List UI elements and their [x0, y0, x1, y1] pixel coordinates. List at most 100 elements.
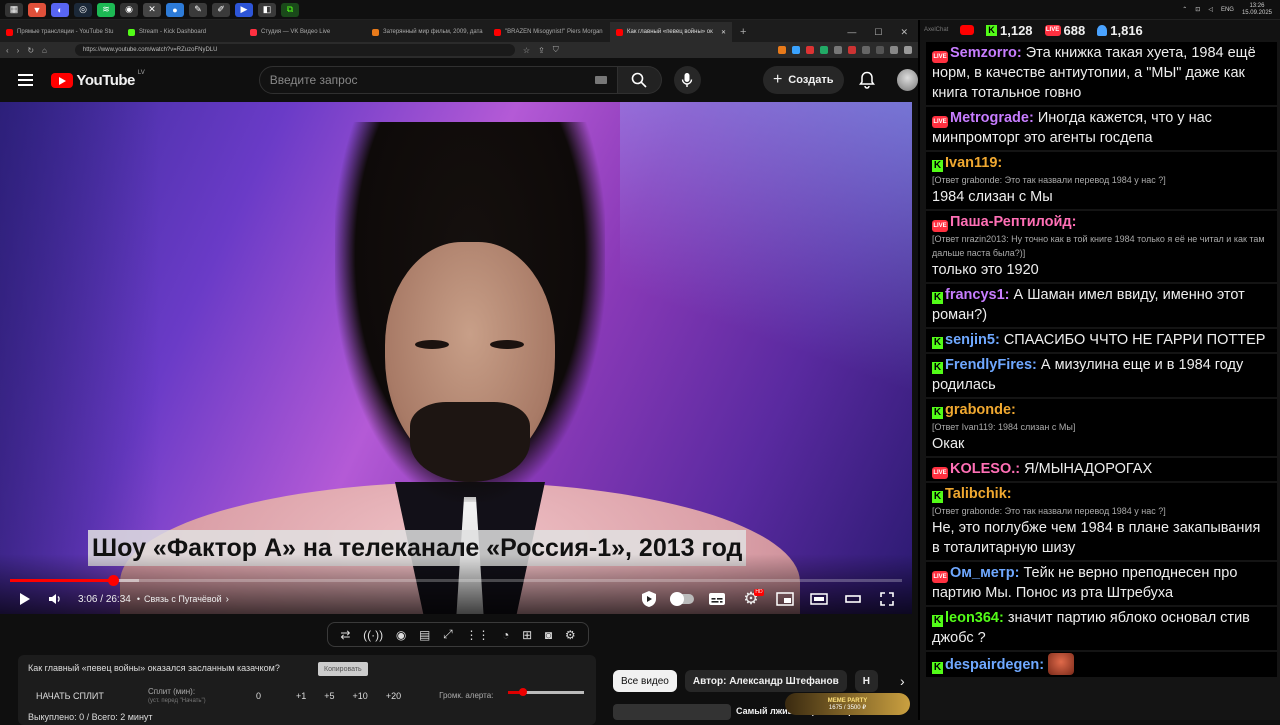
browser-tab[interactable]: Прямые трансляции - YouTube Stu — [0, 22, 122, 42]
back-icon[interactable]: ‹ — [6, 46, 9, 55]
resize-icon[interactable]: ⤢ — [443, 627, 453, 642]
chat-username[interactable]: Ivan119: — [945, 155, 1002, 171]
extension-icon[interactable] — [848, 46, 856, 54]
home-icon[interactable]: ⌂ — [42, 46, 47, 55]
video-player[interactable]: Шоу «Фактор А» на телеканале «Россия-1»,… — [0, 102, 912, 614]
speedometer-icon[interactable]: ◔ — [502, 628, 509, 642]
miniplayer-button[interactable] — [774, 590, 796, 608]
add-screen-icon[interactable]: ⊞ — [522, 628, 532, 642]
create-button[interactable]: + Создать — [762, 66, 844, 94]
bookmark-icon[interactable]: ☆ — [523, 46, 530, 55]
video-app-icon[interactable]: ◧ — [258, 2, 276, 17]
chip-more[interactable]: Н — [854, 670, 878, 692]
close-window-icon[interactable]: ✕ — [900, 27, 908, 38]
chip-all-videos[interactable]: Все видео — [613, 670, 677, 692]
split-minutes-value[interactable]: 0 — [256, 691, 296, 701]
play-button[interactable] — [14, 590, 36, 608]
chat-username[interactable]: grabonde: — [945, 402, 1016, 418]
minimize-icon[interactable]: — — [847, 27, 856, 37]
grid-icon[interactable]: ⋮⋮ — [465, 628, 489, 642]
audio-wave-icon[interactable]: ((·)) — [363, 628, 383, 642]
browser-tab[interactable]: Stream - Kick Dashboard — [122, 22, 244, 42]
extension-icon[interactable] — [862, 46, 870, 54]
gear-icon[interactable]: ⚙ — [565, 628, 576, 642]
slider-handle[interactable] — [519, 688, 528, 696]
chapter-title[interactable]: Связь с Пугачёвой — [144, 594, 222, 604]
browser-tab[interactable]: Студия — VK Видео Live — [244, 22, 366, 42]
start-split-button[interactable]: НАЧАТЬ СПЛИТ — [36, 691, 148, 701]
forward-icon[interactable]: › — [17, 46, 20, 55]
maximize-icon[interactable]: ☐ — [874, 27, 882, 38]
cinema-mode-button[interactable] — [842, 590, 864, 608]
blue-app-icon[interactable]: ● — [166, 2, 184, 17]
extension-icon[interactable] — [904, 46, 912, 54]
volume-button[interactable] — [44, 590, 66, 608]
browser-tab[interactable]: "BRAZEN Misogynist!" Piers Morgan — [488, 22, 610, 42]
youtube-logo[interactable]: YouTube LV — [51, 70, 145, 89]
subtitles-button[interactable] — [706, 590, 728, 608]
pen-app-icon[interactable]: ✐ — [212, 2, 230, 17]
lang-indicator[interactable]: ENG — [1221, 7, 1234, 13]
chat-username[interactable]: Semzorro: — [950, 45, 1022, 61]
sponsorblock-button[interactable] — [638, 590, 660, 608]
chat-username[interactable]: despairdegen: — [945, 657, 1044, 673]
extension-icon[interactable] — [834, 46, 842, 54]
tray-chevron-icon[interactable]: ⌃ — [1182, 6, 1187, 13]
chat-username[interactable]: Talibchik: — [945, 486, 1012, 502]
discord-app-icon[interactable]: ◐ — [51, 2, 69, 17]
increment-button[interactable]: +5 — [324, 691, 334, 701]
increment-button[interactable]: +10 — [353, 691, 368, 701]
share-icon[interactable]: ⇪ — [538, 46, 545, 55]
capture-app-icon[interactable]: ✕ — [143, 2, 161, 17]
browser-tab-active[interactable]: Как главный «певец войны» ок ✕ — [610, 22, 732, 42]
tray-app-icon[interactable]: ⧉ — [281, 2, 299, 17]
notifications-button[interactable] — [858, 70, 877, 90]
autoplay-toggle[interactable] — [670, 592, 694, 606]
browser-tab[interactable]: Затерянный мир фильм, 2009, дата — [366, 22, 488, 42]
chat-username[interactable]: senjin5: — [945, 332, 1000, 348]
extension-icon[interactable] — [876, 46, 884, 54]
chat-username[interactable]: Metrograde: — [950, 110, 1034, 126]
extension-icon[interactable] — [806, 46, 814, 54]
search-button[interactable] — [617, 66, 662, 94]
copy-button[interactable]: Копировать — [318, 662, 368, 676]
fullscreen-button[interactable] — [876, 590, 898, 608]
chat-username[interactable]: FrendlyFires: — [945, 357, 1037, 373]
chevron-right-icon[interactable]: › — [226, 594, 229, 605]
extension-icon[interactable] — [890, 46, 898, 54]
obs-app-icon[interactable]: ◉ — [120, 2, 138, 17]
avatar[interactable] — [896, 69, 919, 91]
film-icon[interactable]: ▤ — [419, 628, 430, 642]
increment-button[interactable]: +20 — [386, 691, 401, 701]
spotify-app-icon[interactable]: ≋ — [97, 2, 115, 17]
tab-close-icon[interactable]: ✕ — [721, 29, 726, 36]
address-bar[interactable]: https://www.youtube.com/watch?v=RZuzoFNy… — [74, 44, 515, 56]
theater-mode-button[interactable] — [808, 590, 830, 608]
menu-icon[interactable] — [18, 74, 34, 86]
extension-icon[interactable] — [820, 46, 828, 54]
keyboard-icon[interactable] — [594, 76, 607, 84]
extension-icon[interactable] — [778, 46, 786, 54]
tool-app-icon[interactable]: ✎ — [189, 2, 207, 17]
volume-icon[interactable]: ◁ — [1208, 6, 1213, 13]
chat-username[interactable]: Паша-Рептилойд: — [950, 214, 1076, 230]
chip-author[interactable]: Автор: Александр Штефанов — [684, 670, 847, 692]
search-input[interactable]: Введите запрос — [258, 66, 618, 94]
loop-icon[interactable]: ⇄ — [340, 628, 350, 642]
chat-username[interactable]: KOLESO.: — [950, 461, 1020, 477]
recommendation-thumbnail[interactable] — [613, 704, 731, 720]
voice-search-button[interactable] — [673, 66, 701, 94]
chat-username[interactable]: francys1: — [945, 287, 1009, 303]
camera-icon[interactable]: ◙ — [545, 628, 552, 642]
media-app-icon[interactable]: ▶ — [235, 2, 253, 17]
chat-username[interactable]: Ом_метр: — [950, 565, 1019, 581]
chips-next-icon[interactable]: › — [900, 673, 905, 689]
shield-icon[interactable]: ⛉ — [553, 45, 559, 55]
extension-icon[interactable] — [792, 46, 800, 54]
brave-app-icon[interactable]: ▼ — [28, 2, 46, 17]
steam-app-icon[interactable]: ◎ — [74, 2, 92, 17]
chat-username[interactable]: leon364: — [945, 610, 1004, 626]
eye-icon[interactable]: ◉ — [396, 628, 406, 642]
network-icon[interactable]: ⊡ — [1195, 6, 1200, 13]
progress-bar[interactable] — [10, 575, 902, 586]
